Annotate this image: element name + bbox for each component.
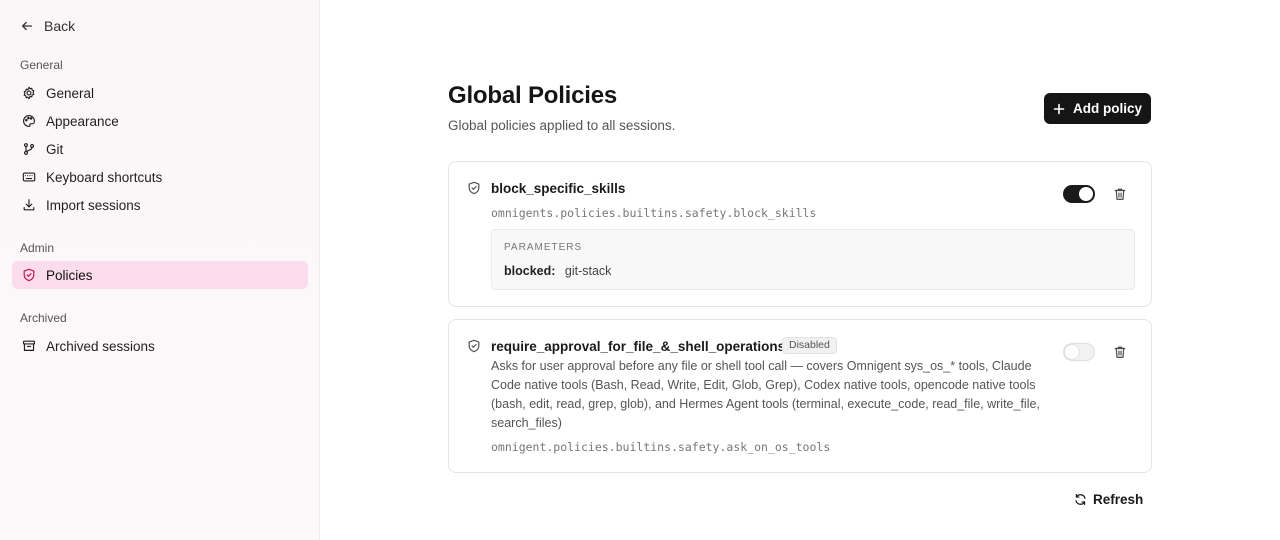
- plus-icon: [1053, 103, 1065, 114]
- keyboard-icon: [22, 172, 36, 182]
- shield-icon: [468, 339, 480, 353]
- gear-icon: [23, 86, 35, 100]
- sidebar-item-git[interactable]: Git: [12, 135, 308, 163]
- add-policy-label: Add policy: [1072, 101, 1142, 116]
- sidebar-item-import-sessions[interactable]: Import sessions: [12, 191, 308, 219]
- back-button[interactable]: Back: [20, 16, 75, 36]
- trash-icon[interactable]: [1113, 345, 1127, 359]
- parameter-row: blocked: git-stack: [504, 264, 611, 278]
- page-subtitle: Global policies applied to all sessions.: [448, 118, 676, 133]
- status-badge: Disabled: [782, 337, 837, 354]
- policy-card: block_specific_skills omnigents.policies…: [448, 161, 1152, 307]
- sidebar-item-label: Git: [46, 141, 64, 157]
- toggle-knob: [1079, 187, 1093, 201]
- parameter-value: git-stack: [564, 264, 612, 278]
- add-policy-button[interactable]: Add policy: [1044, 93, 1151, 124]
- sidebar-item-appearance[interactable]: Appearance: [12, 107, 308, 135]
- toggle-knob: [1065, 345, 1079, 359]
- arrow-left-icon: [21, 21, 33, 31]
- policy-path: omnigent.policies.builtins.safety.ask_on…: [491, 440, 831, 454]
- sidebar-item-archived-sessions[interactable]: Archived sessions: [12, 332, 308, 360]
- policy-path: omnigents.policies.builtins.safety.block…: [491, 206, 817, 220]
- git-branch-icon: [23, 143, 35, 155]
- sidebar-item-label: Appearance: [46, 113, 119, 129]
- sidebar-item-label: General: [46, 85, 95, 101]
- main-content: Global Policies Global policies applied …: [320, 0, 1280, 540]
- settings-sidebar: Back General General Appearance Git Keyb…: [0, 0, 320, 540]
- parameters-title: PARAMETERS: [504, 242, 583, 253]
- sidebar-item-keyboard-shortcuts[interactable]: Keyboard shortcuts: [12, 163, 308, 191]
- archive-icon: [23, 340, 35, 351]
- trash-icon[interactable]: [1113, 187, 1127, 201]
- sidebar-item-label: Policies: [46, 267, 93, 283]
- sidebar-item-policies[interactable]: Policies: [12, 261, 308, 289]
- section-title-general: General: [20, 58, 63, 72]
- policy-description: Asks for user approval before any file o…: [491, 359, 1040, 430]
- download-icon: [23, 199, 35, 211]
- back-label: Back: [44, 18, 76, 34]
- parameters-panel: PARAMETERS blocked: git-stack: [491, 229, 1135, 290]
- sidebar-item-general[interactable]: General: [12, 79, 308, 107]
- refresh-label: Refresh: [1093, 491, 1144, 507]
- policy-card: require_approval_for_file_&_shell_operat…: [448, 319, 1152, 473]
- sidebar-item-label: Archived sessions: [46, 338, 155, 354]
- policy-enabled-toggle[interactable]: [1063, 185, 1095, 203]
- section-title-admin: Admin: [20, 241, 55, 255]
- parameter-key: blocked:: [504, 264, 556, 278]
- refresh-button[interactable]: Refresh: [1074, 489, 1143, 509]
- shield-icon: [23, 268, 35, 282]
- shield-icon: [468, 181, 480, 195]
- page-title: Global Policies: [448, 82, 618, 109]
- refresh-icon: [1075, 493, 1086, 505]
- palette-icon: [23, 115, 35, 127]
- policy-name: require_approval_for_file_&_shell_operat…: [491, 339, 786, 354]
- policy-enabled-toggle[interactable]: [1063, 343, 1095, 361]
- sidebar-item-label: Keyboard shortcuts: [46, 169, 163, 185]
- section-title-archived: Archived: [20, 311, 67, 325]
- policy-name: block_specific_skills: [491, 181, 626, 196]
- sidebar-item-label: Import sessions: [46, 197, 141, 213]
